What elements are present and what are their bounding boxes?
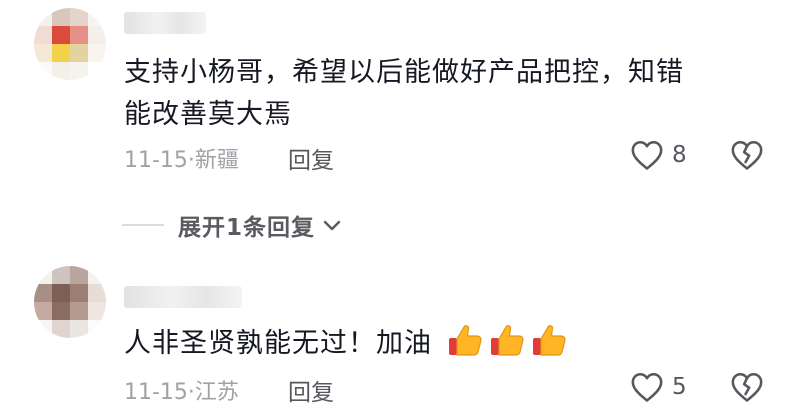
date-location: 11-15·新疆 [124, 148, 239, 173]
date-location: 11-15·江苏 [124, 380, 239, 405]
username[interactable] [124, 12, 206, 34]
broken-heart-icon [731, 372, 763, 402]
thumbs-up-emoji-icon [532, 325, 566, 356]
dislike-button[interactable] [730, 139, 764, 175]
avatar[interactable] [34, 8, 106, 80]
avatar[interactable] [34, 266, 106, 338]
chevron-down-icon [323, 220, 341, 231]
like-button[interactable]: 8 [630, 139, 687, 171]
username[interactable] [124, 286, 242, 308]
comment-item-1: 支持小杨哥，希望以后能做好产品把控，知错 能改善莫大焉 11-15·新疆 回复 … [0, 0, 800, 190]
expand-replies-button[interactable]: 展开1条回复 [122, 208, 343, 242]
thumbs-up-emoji-icon [490, 325, 524, 356]
like-button[interactable]: 5 [630, 371, 687, 403]
dislike-button[interactable] [730, 371, 764, 407]
comment-text: 人非圣贤孰能无过！加油 [124, 322, 764, 365]
divider [122, 224, 164, 226]
comment-text: 支持小杨哥，希望以后能做好产品把控，知错 能改善莫大焉 [124, 52, 764, 136]
comment-text-line: 能改善莫大焉 [124, 99, 292, 130]
heart-icon [631, 140, 663, 170]
comment-text-line: 支持小杨哥，希望以后能做好产品把控，知错 [124, 57, 684, 88]
broken-heart-icon [731, 140, 763, 170]
comment-text-line: 人非圣贤孰能无过！加油 [124, 328, 432, 359]
reply-button[interactable]: 回复 [288, 141, 334, 175]
heart-icon [631, 372, 663, 402]
thumbs-up-emoji-icon [448, 325, 482, 356]
like-count: 5 [672, 374, 687, 400]
like-count: 8 [672, 142, 687, 168]
comment-item-2: 人非圣贤孰能无过！加油 11-15·江苏 回复 5 [0, 260, 800, 416]
expand-replies-label: 展开1条回复 [178, 215, 316, 241]
reply-button[interactable]: 回复 [288, 373, 334, 407]
